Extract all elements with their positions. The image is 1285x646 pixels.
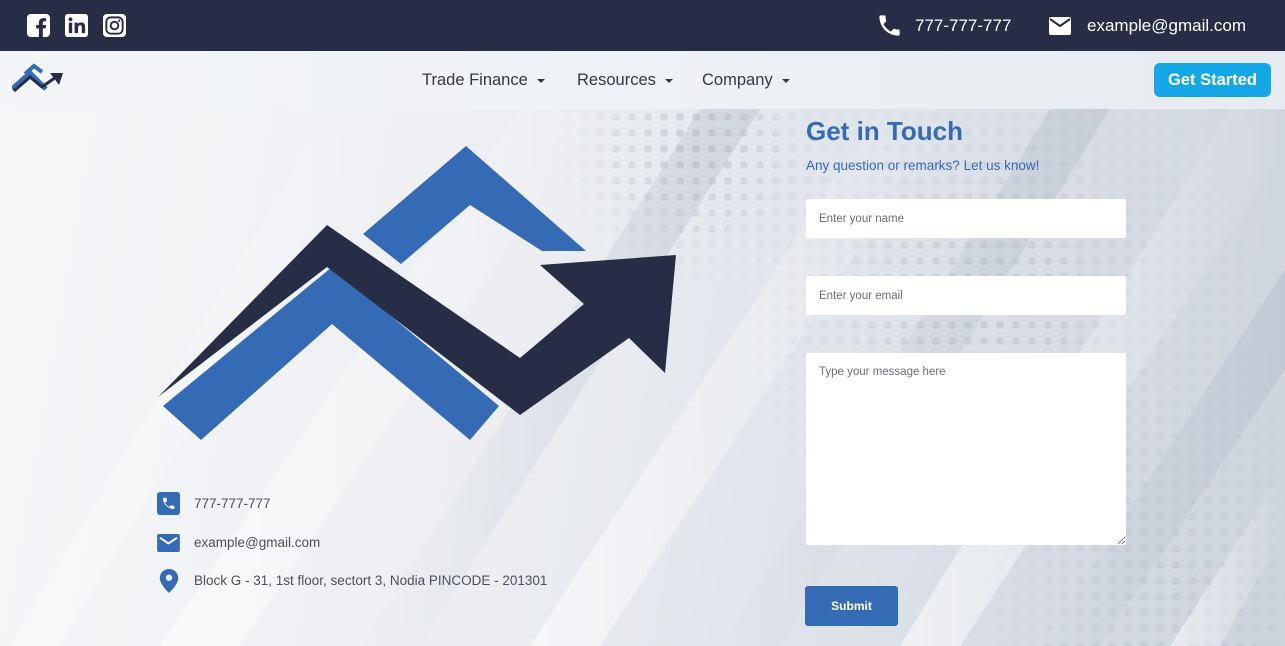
get-started-button[interactable]: Get Started xyxy=(1154,63,1271,97)
contact-address: Block G - 31, 1st floor, sectort 3, Nodi… xyxy=(157,568,548,593)
contact-address-text: Block G - 31, 1st floor, sectort 3, Nodi… xyxy=(194,573,548,588)
mail-icon xyxy=(157,531,180,554)
caret-down-icon xyxy=(536,79,545,83)
message-textarea[interactable] xyxy=(806,353,1126,545)
mail-icon xyxy=(1048,16,1072,36)
top-phone-text: 777-777-777 xyxy=(915,15,1012,35)
form-title: Get in Touch xyxy=(806,116,963,146)
instagram-icon[interactable] xyxy=(102,13,126,37)
submit-button[interactable]: Submit xyxy=(805,586,898,626)
contact-email[interactable]: example@gmail.com xyxy=(157,531,320,554)
top-phone[interactable]: 777-777-777 xyxy=(876,0,1011,51)
contact-phone-text: 777-777-777 xyxy=(194,496,271,511)
contact-email-text: example@gmail.com xyxy=(194,535,321,550)
nav-company[interactable]: Company xyxy=(702,51,790,109)
navbar: Trade Finance Resources Company xyxy=(0,51,1285,109)
caret-down-icon xyxy=(664,79,673,83)
facebook-icon[interactable] xyxy=(26,13,50,37)
nav-resources[interactable]: Resources xyxy=(577,51,673,109)
form-subtitle: Any question or remarks? Let us know! xyxy=(806,158,1040,173)
nav-company-label: Company xyxy=(702,70,773,89)
phone-icon xyxy=(876,12,903,39)
nav-trade-finance-label: Trade Finance xyxy=(422,70,528,89)
nav-trade-finance[interactable]: Trade Finance xyxy=(422,51,545,109)
brand-logo[interactable] xyxy=(12,63,64,95)
top-bar: 777-777-777 example@gmail.com xyxy=(0,0,1285,51)
caret-down-icon xyxy=(781,79,790,83)
hero-logo xyxy=(158,146,676,440)
linkedin-icon[interactable] xyxy=(64,13,88,37)
nav-resources-label: Resources xyxy=(577,70,656,89)
phone-icon xyxy=(157,492,180,515)
top-email-text: example@gmail.com xyxy=(1087,15,1246,35)
email-input[interactable] xyxy=(806,276,1126,315)
location-pin-icon xyxy=(157,568,180,593)
top-email[interactable]: example@gmail.com xyxy=(1048,0,1246,51)
contact-phone[interactable]: 777-777-777 xyxy=(157,492,271,515)
name-input[interactable] xyxy=(806,199,1126,238)
